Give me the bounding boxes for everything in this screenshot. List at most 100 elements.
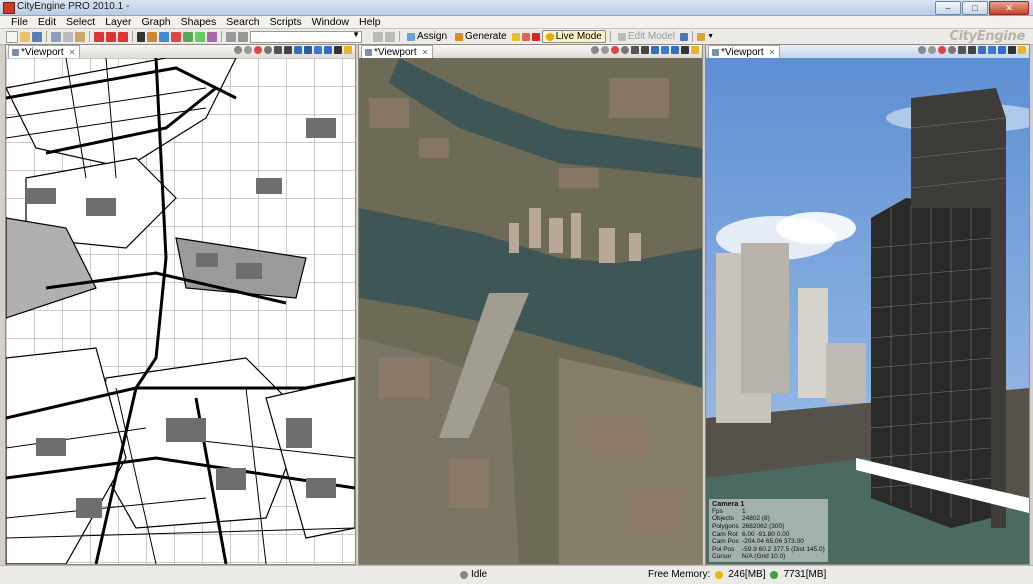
live-mode-toggle[interactable]: Live Mode — [541, 30, 606, 43]
scale-tool-icon[interactable] — [118, 31, 128, 42]
menu-file[interactable]: File — [6, 16, 33, 28]
main-toolbar: ▼ Assign Generate Live Mode Edit Model ▼ — [0, 29, 1033, 45]
curve-tool-icon[interactable] — [183, 31, 193, 42]
settings-icon[interactable] — [264, 46, 272, 54]
perspective-render — [706, 88, 1029, 564]
camera-icon[interactable] — [234, 46, 242, 54]
shape-tool-icon[interactable] — [159, 31, 169, 42]
memory-green-icon — [770, 570, 779, 579]
menu-help[interactable]: Help — [354, 16, 386, 28]
free-memory-label: Free Memory: — [648, 569, 711, 580]
save-icon[interactable] — [32, 31, 42, 42]
open-folder-icon[interactable] — [20, 31, 30, 42]
menu-window[interactable]: Window — [307, 16, 354, 28]
wireframe-icon[interactable] — [274, 46, 282, 54]
car-icon[interactable] — [334, 46, 342, 54]
paste-icon[interactable] — [75, 31, 85, 42]
viewport-tab[interactable]: *Viewport ✕ — [361, 45, 434, 58]
camera-icon[interactable] — [918, 46, 926, 54]
viewport-tab[interactable]: *Viewport ✕ — [708, 45, 781, 58]
wireframe-icon[interactable] — [958, 46, 966, 54]
layers-icon[interactable] — [304, 46, 312, 54]
settings-icon[interactable] — [621, 46, 629, 54]
pin-icon[interactable] — [314, 46, 322, 54]
handles-icon[interactable] — [324, 46, 332, 54]
menu-select[interactable]: Select — [61, 16, 100, 28]
wand-icon[interactable] — [511, 32, 520, 41]
menu-scripts[interactable]: Scripts — [265, 16, 307, 28]
menu-layer[interactable]: Layer — [100, 16, 136, 28]
chevron-down-icon: ▼ — [707, 33, 715, 40]
generate-button[interactable]: Generate — [452, 31, 510, 42]
layer-combo[interactable]: ▼ — [250, 30, 362, 43]
close-tab-icon[interactable]: ✕ — [422, 48, 429, 57]
perspective-canvas[interactable]: Camera 1 Fps 1 Objects 24802 (8) Polygons 2… — [706, 58, 1029, 564]
subdivide-icon[interactable] — [373, 31, 383, 42]
move-tool-icon[interactable] — [94, 31, 104, 42]
objects-label: Objects — [712, 515, 735, 523]
street-tool-icon[interactable] — [147, 31, 157, 42]
objects-value: 24802 (8) — [742, 515, 770, 523]
car-icon[interactable] — [681, 46, 689, 54]
texture-icon[interactable] — [651, 46, 659, 54]
copy-icon[interactable] — [63, 31, 73, 42]
menu-shapes[interactable]: Shapes — [176, 16, 222, 28]
texture-icon[interactable] — [978, 46, 986, 54]
star-icon[interactable] — [1018, 46, 1026, 54]
bookmark-icon[interactable] — [928, 46, 936, 54]
viewport-perspective[interactable]: *Viewport ✕ Camera 1 Fps 1 Objects 24802… — [705, 44, 1030, 565]
camera-info-title: Camera 1 — [712, 499, 745, 509]
camera-icon[interactable] — [591, 46, 599, 54]
texture-icon[interactable] — [294, 46, 302, 54]
shaded-icon[interactable] — [284, 46, 292, 54]
viewport-tab[interactable]: *Viewport ✕ — [8, 45, 81, 58]
model-info-icon[interactable] — [680, 32, 689, 41]
minimize-button[interactable]: – — [935, 1, 961, 15]
cleanup-icon[interactable] — [521, 32, 530, 41]
star-icon[interactable] — [691, 46, 699, 54]
map-canvas[interactable] — [6, 58, 355, 564]
pin-icon[interactable] — [988, 46, 996, 54]
menu-search[interactable]: Search — [221, 16, 264, 28]
select-tool-icon[interactable] — [137, 31, 145, 42]
star-icon[interactable] — [344, 46, 352, 54]
menu-edit[interactable]: Edit — [33, 16, 61, 28]
handles-icon[interactable] — [998, 46, 1006, 54]
cut-icon[interactable] — [51, 31, 61, 42]
polygon-tool-icon[interactable] — [171, 31, 181, 42]
render-icon[interactable] — [938, 46, 946, 54]
generate-icon — [455, 32, 464, 41]
live-mode-icon — [545, 32, 554, 41]
align-tool-icon[interactable] — [195, 31, 205, 42]
render-icon[interactable] — [611, 46, 619, 54]
new-file-icon[interactable] — [6, 30, 18, 43]
bookmark-icon[interactable] — [244, 46, 252, 54]
settings-icon[interactable] — [948, 46, 956, 54]
shaded-icon[interactable] — [968, 46, 976, 54]
grow-streets-icon[interactable] — [226, 31, 236, 42]
menu-graph[interactable]: Graph — [136, 16, 175, 28]
wand-dropdown-icon[interactable] — [697, 32, 706, 41]
assign-button[interactable]: Assign — [404, 31, 450, 42]
aerial-canvas[interactable] — [359, 58, 702, 564]
link-tool-icon[interactable] — [207, 31, 217, 42]
terrain-icon[interactable] — [238, 31, 248, 42]
viewport-aerial[interactable]: *Viewport ✕ — [358, 44, 703, 565]
wireframe-icon[interactable] — [631, 46, 639, 54]
edit-model-button[interactable]: Edit Model — [615, 31, 678, 42]
bookmark-icon[interactable] — [601, 46, 609, 54]
handles-icon[interactable] — [671, 46, 679, 54]
divide-icon[interactable] — [385, 31, 395, 42]
close-button[interactable]: ✕ — [989, 1, 1029, 15]
render-icon[interactable] — [254, 46, 262, 54]
close-tab-icon[interactable]: ✕ — [769, 48, 776, 57]
close-tab-icon[interactable]: ✕ — [69, 48, 76, 57]
car-icon[interactable] — [1008, 46, 1016, 54]
maximize-button[interactable]: □ — [962, 1, 988, 15]
shaded-icon[interactable] — [641, 46, 649, 54]
pin-icon[interactable] — [661, 46, 669, 54]
stop-icon[interactable] — [531, 32, 540, 41]
rotate-tool-icon[interactable] — [106, 31, 116, 42]
viewport-map[interactable]: *Viewport ✕ — [5, 44, 356, 565]
viewport-toolbar — [591, 46, 699, 54]
